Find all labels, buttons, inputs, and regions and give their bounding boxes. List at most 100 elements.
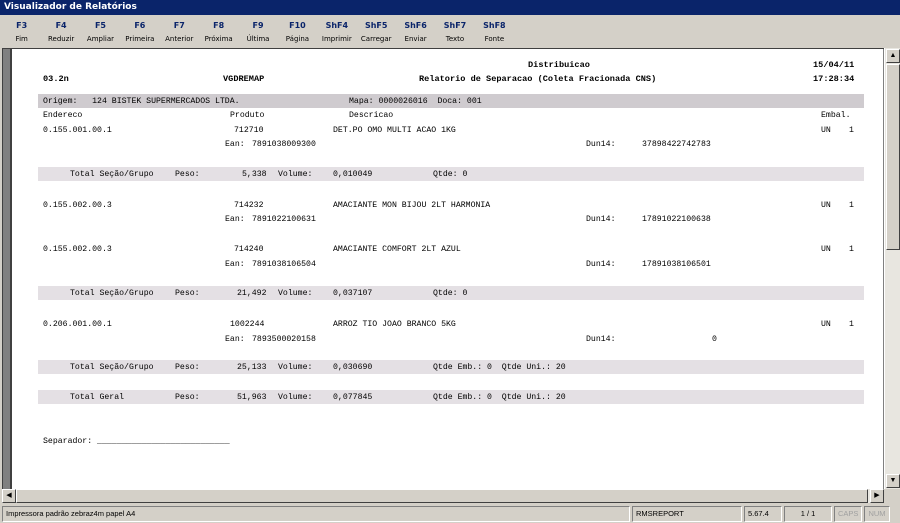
zoom-out-button[interactable]: F4 Reduzir [41,17,80,47]
volume-label: Volume: [278,170,313,179]
last-page-button[interactable]: F9 Última [238,17,277,47]
dun-label: Dun14: [586,215,616,224]
font-button[interactable]: ShF8 Fonte [475,17,514,47]
total-label: Total Seção/Grupo [70,289,154,298]
grand-total-volume: 0,077845 [333,393,373,402]
shortcut-key: F10 [289,21,306,30]
item-dun: 37898422742783 [642,140,711,149]
separator-signature-line: Separador: ___________________________ [43,437,230,446]
peso-label: Peso: [175,363,200,372]
horizontal-scrollbar[interactable]: ◀ ▶ [2,489,884,503]
item-descricao: AMACIANTE COMFORT 2LT AZUL [333,245,461,254]
total-volume: 0,010049 [333,170,373,179]
scrollbar-corner [884,489,900,503]
total-qtde: Qtde: 0 [433,289,468,298]
horizontal-scroll-thumb[interactable] [16,489,868,503]
item-descricao: DET.PO OMO MULTI ACAO 1KG [333,126,456,135]
shortcut-key: ShF4 [325,21,349,30]
item-produto: 1002244 [230,320,265,329]
num-lock-indicator: NUM [864,506,890,522]
total-peso: 5,338 [242,170,267,179]
item-qty: 1 [849,201,854,210]
shortcut-key: F5 [94,21,106,30]
button-label: Reduzir [47,35,75,43]
button-label: Imprimir [321,35,352,43]
item-produto: 714240 [234,245,264,254]
peso-label: Peso: [175,393,200,402]
item-dun: 17891022100638 [642,215,711,224]
item-unit: UN [821,201,831,210]
arrow-left-icon[interactable]: ◀ [2,489,16,503]
volume-label: Volume: [278,289,313,298]
report-page: Distribuicao 15/04/11 03.2n VGDREMAP Rel… [10,49,883,489]
text-button[interactable]: ShF7 Texto [435,17,474,47]
total-peso: 25,133 [237,363,267,372]
button-label: Anterior [165,35,194,43]
map-line: Mapa: 0000026016 Doca: 001 [349,97,482,106]
dun-label: Dun14: [586,335,616,344]
ean-label: Ean: [225,215,245,224]
shortcut-key: F8 [213,21,225,30]
total-qtde: Qtde: 0 [433,170,468,179]
previous-page-button[interactable]: F7 Anterior [160,17,199,47]
button-label: Última [246,35,270,43]
total-peso: 21,492 [237,289,267,298]
item-ean: 7891038106504 [252,260,316,269]
grand-total-peso: 51,963 [237,393,267,402]
button-label: Página [285,35,310,43]
peso-label: Peso: [175,289,200,298]
end-button[interactable]: F3 Fim [2,17,41,47]
vertical-scrollbar[interactable]: ▲ ▼ [884,48,900,489]
item-ean: 7891022100631 [252,215,316,224]
send-button[interactable]: ShF6 Enviar [396,17,435,47]
caps-lock-indicator: CAPS [834,506,862,522]
company-name: Distribuicao [528,60,590,70]
item-dun: 17891038106501 [642,260,711,269]
branch-code: 03.2n [43,74,69,84]
button-label: Próxima [204,35,233,43]
report-viewport[interactable]: Distribuicao 15/04/11 03.2n VGDREMAP Rel… [2,48,884,489]
button-label: Enviar [404,35,427,43]
arrow-right-icon[interactable]: ▶ [870,489,884,503]
item-produto: 712710 [234,126,264,135]
total-qtde: Qtde Emb.: 0 Qtde Uni.: 20 [433,363,566,372]
column-descricao: Descricao [349,111,394,120]
load-button[interactable]: ShF5 Carregar [357,17,396,47]
vertical-scroll-thumb[interactable] [886,64,900,250]
item-unit: UN [821,245,831,254]
button-label: Ampliar [86,35,115,43]
column-produto: Produto [230,111,265,120]
module-status: RMSREPORT [632,506,742,522]
dun-label: Dun14: [586,140,616,149]
item-endereco: 0.155.001.00.1 [43,126,112,135]
report-title: Relatorio de Separacao (Coleta Fracionad… [419,74,657,84]
program-name: VGDREMAP [223,74,265,84]
column-embal: Embal. [821,111,851,120]
item-descricao: ARROZ TIO JOAO BRANCO 5KG [333,320,456,329]
volume-label: Volume: [278,393,313,402]
button-label: Texto [445,35,465,43]
shortcut-key: ShF6 [404,21,427,30]
dun-label: Dun14: [586,260,616,269]
item-endereco: 0.155.002.00.3 [43,245,112,254]
button-label: Fim [15,35,28,43]
first-page-button[interactable]: F6 Primeira [120,17,159,47]
go-to-page-button[interactable]: F10 Página [278,17,317,47]
shortcut-key: F7 [173,21,185,30]
grand-total-qtde: Qtde Emb.: 0 Qtde Uni.: 20 [433,393,566,402]
button-label: Primeira [125,35,155,43]
arrow-up-icon[interactable]: ▲ [886,49,900,63]
item-unit: UN [821,320,831,329]
item-qty: 1 [849,320,854,329]
next-page-button[interactable]: F8 Próxima [199,17,238,47]
total-volume: 0,030690 [333,363,373,372]
arrow-down-icon[interactable]: ▼ [886,474,900,488]
print-button[interactable]: ShF4 Imprimir [317,17,356,47]
shortcut-key: F4 [55,21,67,30]
shortcut-key: ShF7 [443,21,467,30]
report-viewer-window: Visualizador de Relatórios F3 Fim F4 Reduz… [0,0,900,523]
zoom-in-button[interactable]: F5 Ampliar [81,17,120,47]
column-endereco: Endereco [43,111,83,120]
item-ean: 7893500020158 [252,335,316,344]
ean-label: Ean: [225,140,245,149]
